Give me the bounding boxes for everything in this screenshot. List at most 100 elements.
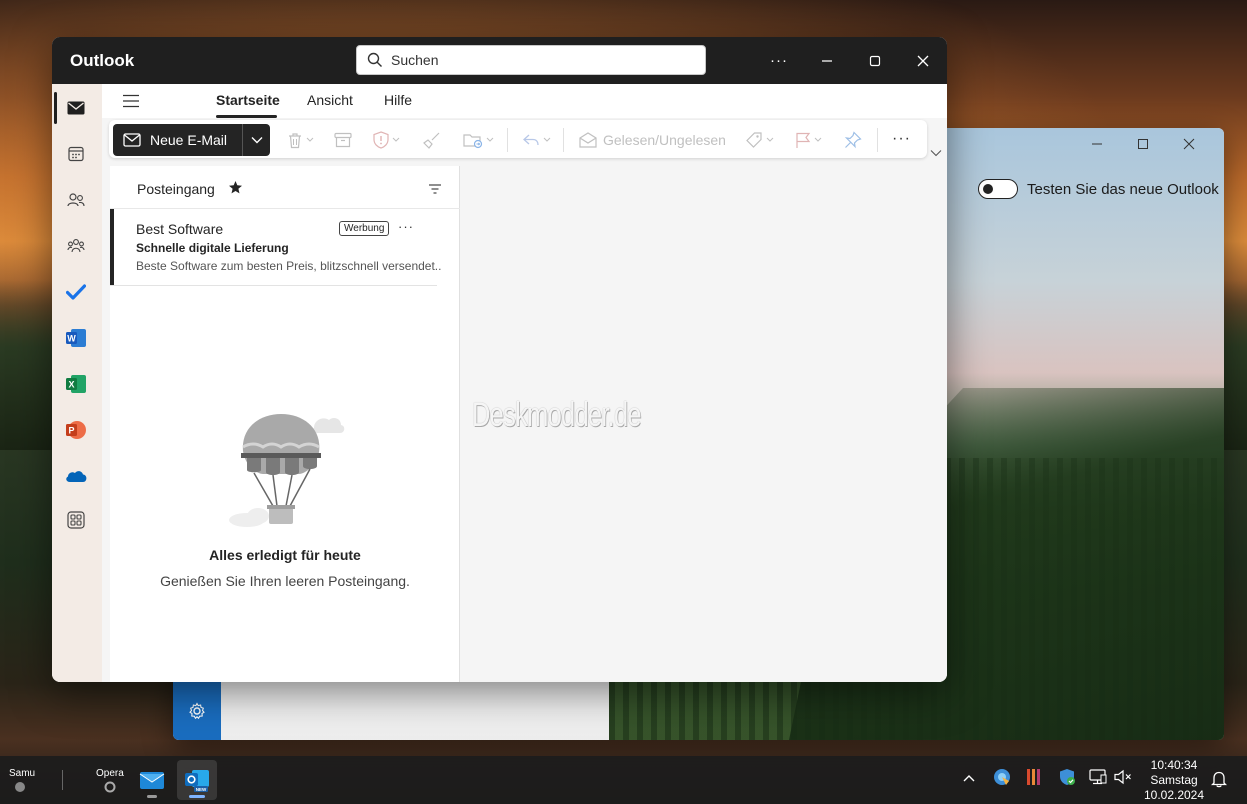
tab-startseite[interactable]: Startseite bbox=[216, 92, 280, 108]
close-icon bbox=[917, 55, 929, 66]
filter-icon[interactable] bbox=[428, 182, 442, 200]
read-unread-button[interactable]: Gelesen/Ungelesen bbox=[579, 130, 726, 150]
volume-muted-icon[interactable] bbox=[1114, 769, 1132, 790]
empty-state-subtitle: Genießen Sie Ihren leeren Posteingang. bbox=[160, 573, 410, 589]
archive-button[interactable] bbox=[334, 130, 352, 150]
word-icon[interactable]: W bbox=[64, 326, 88, 350]
groups-icon[interactable] bbox=[64, 234, 88, 258]
maximize-icon bbox=[869, 55, 881, 66]
weather-widget[interactable]: Samu bbox=[9, 768, 35, 796]
search-box[interactable] bbox=[356, 45, 706, 75]
outlook-new-taskbar-button[interactable]: NEW bbox=[177, 760, 217, 800]
running-indicator bbox=[147, 795, 157, 798]
new-outlook-toggle[interactable] bbox=[978, 179, 1018, 199]
selected-item-indicator bbox=[110, 209, 114, 285]
window-controls: ··· bbox=[755, 37, 947, 84]
weather-icon bbox=[15, 782, 25, 792]
mail-app-taskbar-button[interactable] bbox=[132, 760, 172, 800]
notification-bell-icon[interactable] bbox=[1210, 770, 1228, 793]
close-button[interactable] bbox=[899, 37, 947, 84]
flag-icon bbox=[796, 132, 811, 148]
svg-text:X: X bbox=[68, 380, 74, 390]
new-mail-button[interactable]: Neue E-Mail bbox=[113, 124, 242, 156]
tray-app-icon[interactable] bbox=[993, 768, 1011, 791]
more-options-button[interactable]: ··· bbox=[755, 37, 803, 84]
app-rail: W X P bbox=[52, 84, 102, 682]
opera-taskbar-button[interactable]: Opera bbox=[96, 768, 124, 796]
hamburger-menu-icon[interactable] bbox=[122, 94, 140, 113]
reply-button[interactable] bbox=[522, 130, 551, 150]
system-clock[interactable]: 10:40:34 Samstag 10.02.2024 bbox=[1138, 758, 1210, 803]
maximize-button[interactable] bbox=[851, 37, 899, 84]
outlook-app-icon: NEW bbox=[185, 770, 209, 792]
list-item[interactable]: Best Software Werbung ··· Schnelle digit… bbox=[110, 208, 460, 286]
opera-label: Opera bbox=[96, 768, 124, 779]
search-icon bbox=[367, 52, 382, 67]
new-outlook-toggle-row[interactable]: Testen Sie das neue Outlook bbox=[978, 179, 1219, 199]
close-icon[interactable] bbox=[1166, 134, 1212, 154]
clock-time: 10:40:34 bbox=[1150, 758, 1198, 772]
toolbar-divider bbox=[563, 128, 564, 152]
minimize-icon bbox=[822, 59, 832, 62]
people-icon[interactable] bbox=[64, 188, 88, 212]
folder-title: Posteingang bbox=[137, 181, 215, 197]
tab-hilfe[interactable]: Hilfe bbox=[384, 92, 412, 108]
mail-sender: Best Software bbox=[136, 221, 224, 237]
opera-icon bbox=[104, 781, 116, 793]
delete-button[interactable] bbox=[287, 130, 314, 150]
chevron-down-icon bbox=[543, 137, 551, 142]
title-bar[interactable]: Outlook ··· bbox=[52, 37, 947, 84]
broom-icon bbox=[423, 132, 440, 149]
toolbar-divider bbox=[507, 128, 508, 152]
tab-ansicht[interactable]: Ansicht bbox=[307, 92, 353, 108]
mail-app-icon bbox=[139, 772, 165, 789]
trash-icon bbox=[289, 132, 301, 148]
background-bottom-strip bbox=[221, 681, 609, 740]
clock-date: 10.02.2024 bbox=[1143, 788, 1205, 802]
network-icon[interactable] bbox=[1089, 769, 1107, 790]
sweep-button[interactable] bbox=[423, 130, 441, 150]
onedrive-icon[interactable] bbox=[64, 464, 88, 488]
move-to-button[interactable] bbox=[463, 130, 494, 150]
flag-button[interactable] bbox=[795, 130, 822, 150]
report-button[interactable] bbox=[373, 130, 400, 150]
minimize-button[interactable] bbox=[803, 37, 851, 84]
chevron-down-icon bbox=[392, 137, 400, 142]
minimize-icon[interactable] bbox=[1074, 134, 1120, 154]
mail-subject: Schnelle digitale Lieferung bbox=[136, 241, 289, 255]
weather-label: Samu bbox=[9, 768, 36, 779]
chevron-down-icon bbox=[486, 137, 494, 142]
taskbar-divider bbox=[62, 770, 63, 790]
favorite-star-icon[interactable] bbox=[228, 180, 243, 200]
mail-icon[interactable] bbox=[64, 96, 88, 120]
read-unread-label: Gelesen/Ungelesen bbox=[603, 132, 726, 148]
mail-list-pane: Posteingang Best Software Werbung ··· Sc… bbox=[110, 166, 460, 682]
folder-move-icon bbox=[463, 133, 483, 148]
envelope-open-icon bbox=[579, 132, 597, 148]
apps-icon[interactable] bbox=[64, 508, 88, 532]
outlook-window[interactable]: Outlook ··· bbox=[52, 37, 947, 682]
empty-state-title: Alles erledigt für heute bbox=[209, 547, 361, 563]
maximize-icon[interactable] bbox=[1120, 134, 1166, 154]
clock-day: Samstag bbox=[1150, 773, 1198, 787]
excel-icon[interactable]: X bbox=[64, 372, 88, 396]
security-shield-icon[interactable] bbox=[1058, 768, 1076, 791]
chevron-up-icon[interactable] bbox=[962, 770, 976, 788]
ribbon-expand-button[interactable] bbox=[930, 144, 942, 162]
chevron-down-icon bbox=[814, 137, 822, 142]
mail-item-more-button[interactable]: ··· bbox=[398, 219, 414, 234]
mail-icon bbox=[123, 133, 141, 147]
calendar-icon[interactable] bbox=[64, 142, 88, 166]
tray-winrar-icon[interactable] bbox=[1026, 768, 1042, 791]
ad-badge: Werbung bbox=[339, 221, 390, 236]
gear-icon bbox=[189, 701, 205, 719]
search-input[interactable] bbox=[391, 52, 691, 68]
new-mail-dropdown-button[interactable] bbox=[242, 124, 270, 156]
pin-button[interactable] bbox=[844, 130, 862, 150]
todo-icon[interactable] bbox=[64, 280, 88, 304]
categorize-button[interactable] bbox=[745, 130, 774, 150]
powerpoint-icon[interactable]: P bbox=[64, 418, 88, 442]
toolbar-more-button[interactable]: ··· bbox=[892, 130, 911, 148]
settings-button[interactable] bbox=[173, 681, 221, 740]
archive-icon bbox=[334, 132, 352, 148]
